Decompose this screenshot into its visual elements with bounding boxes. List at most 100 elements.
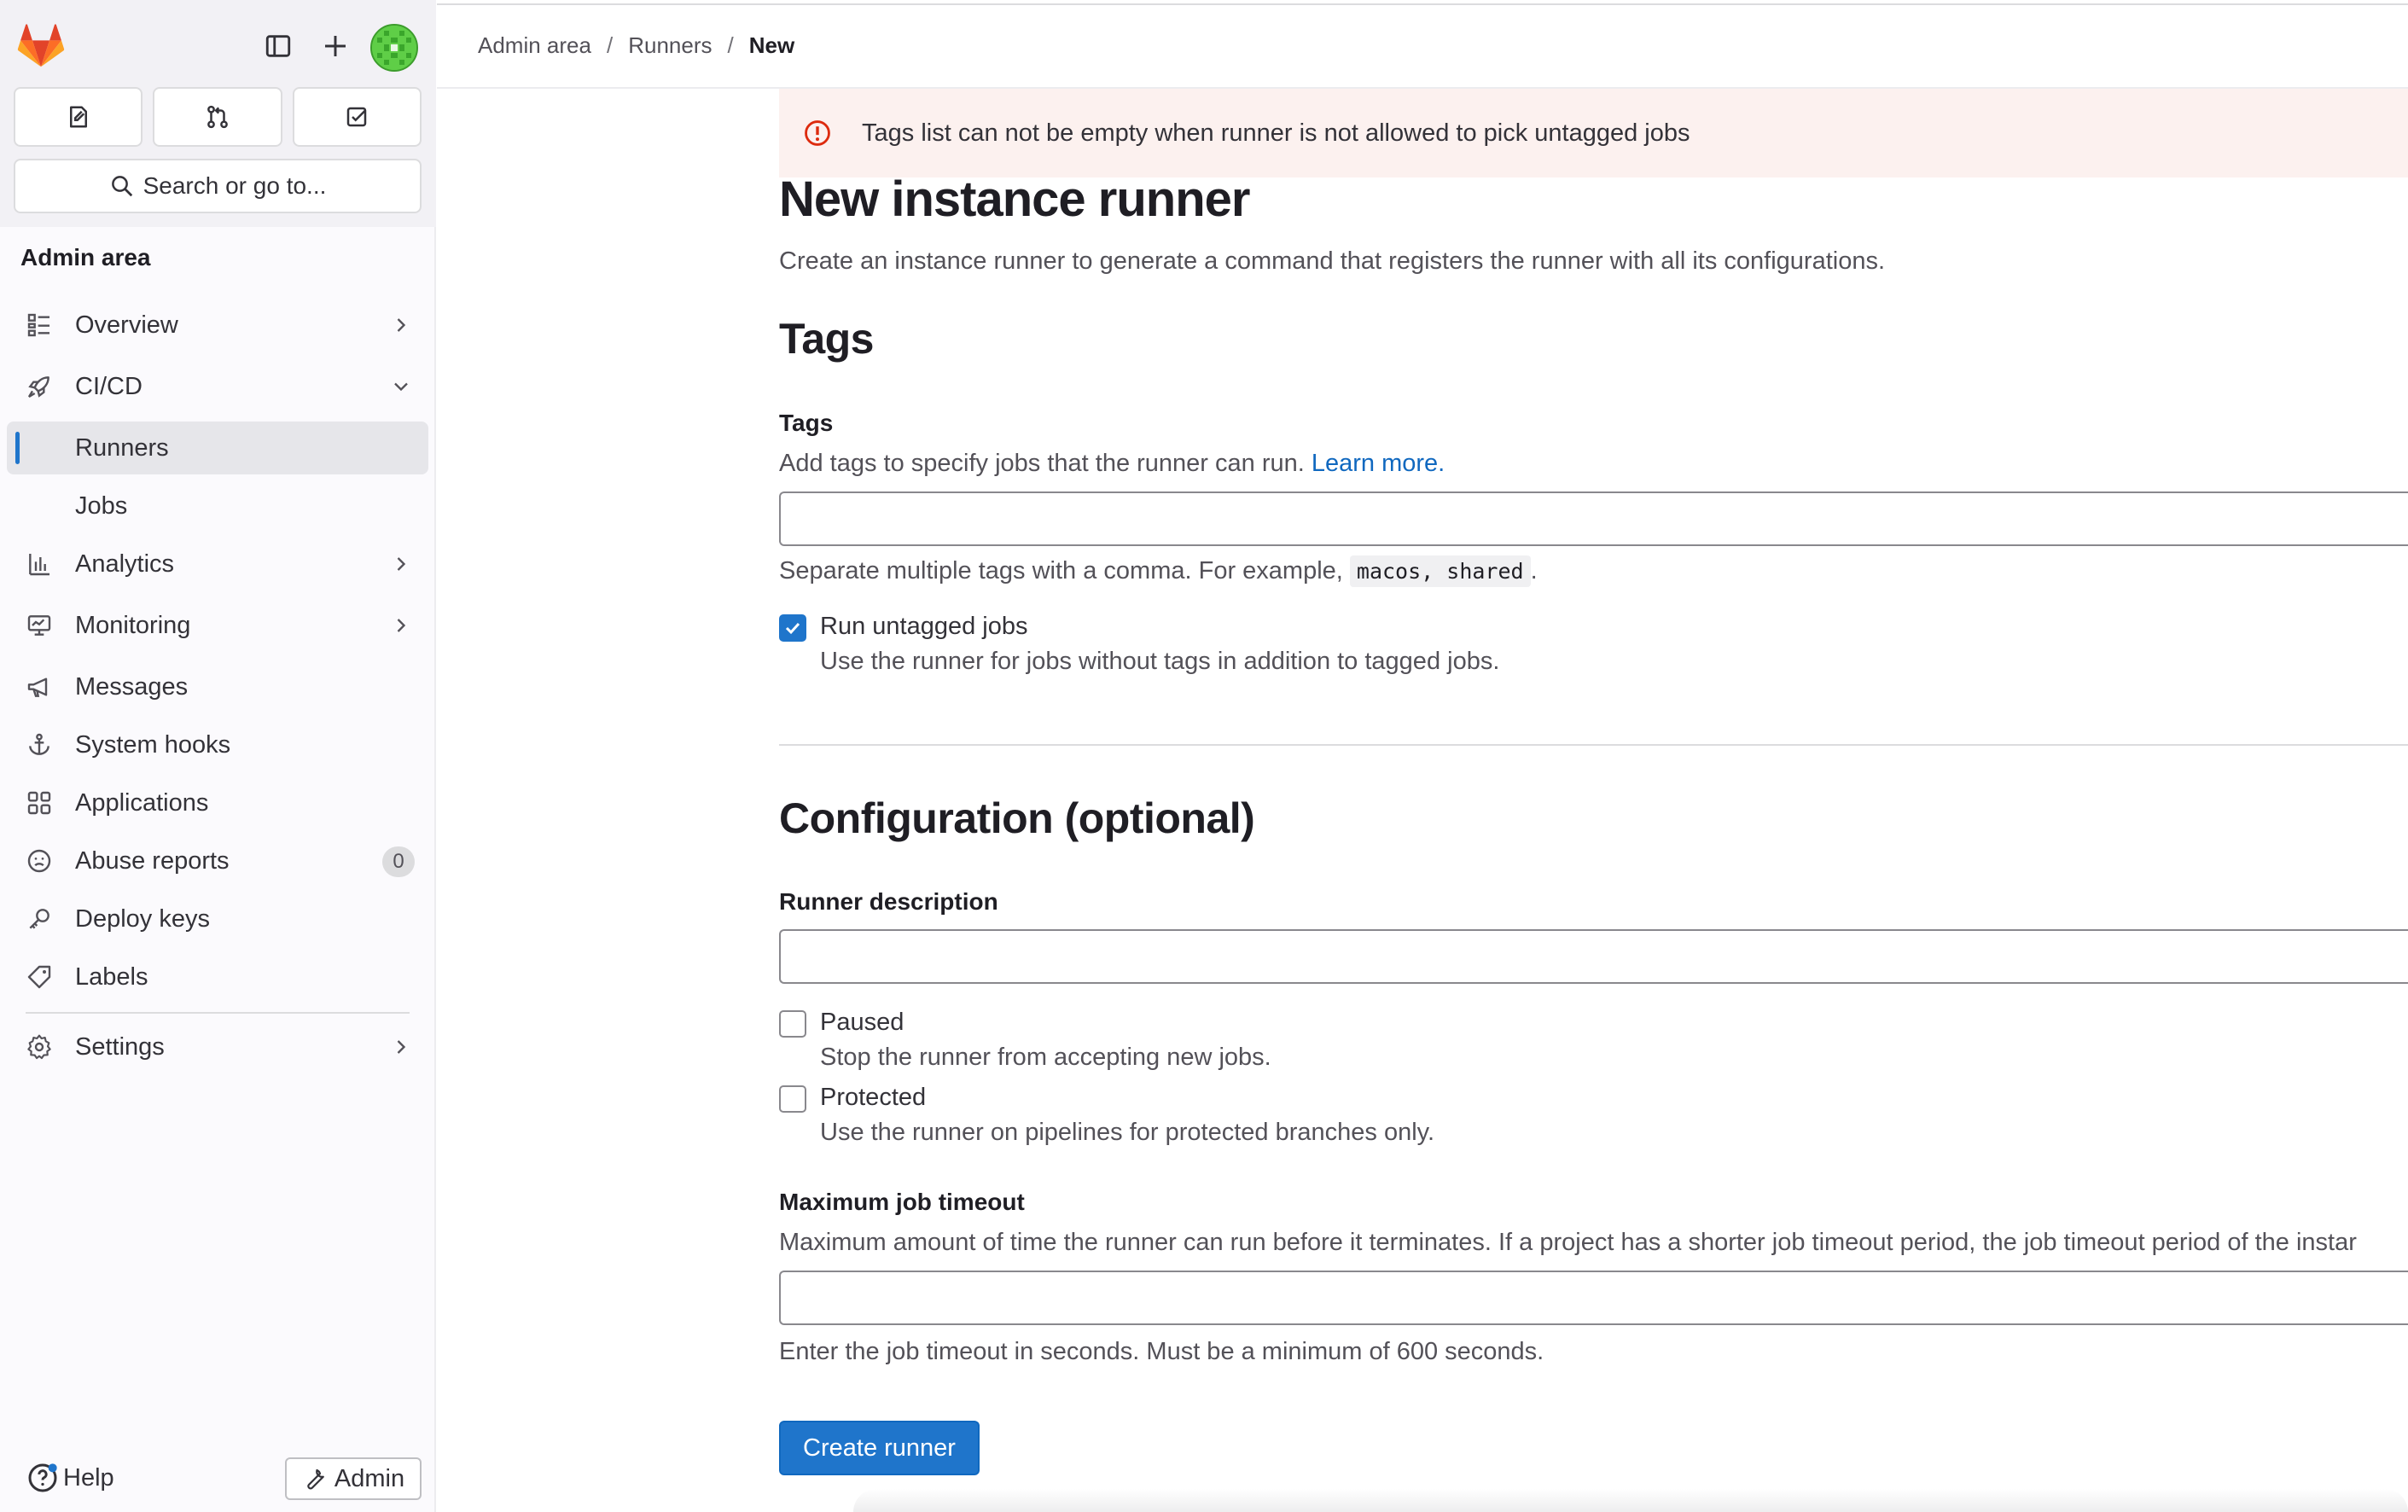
sidebar-divider: [26, 1012, 410, 1014]
merge-request-icon: [207, 105, 228, 129]
tags-separator-help: Separate multiple tags with a comma. For…: [779, 555, 1538, 587]
tags-example-code: macos, shared: [1349, 555, 1531, 587]
checkmark-icon: [785, 622, 800, 635]
applications-icon: [27, 791, 51, 815]
run-untagged-checkbox[interactable]: [779, 614, 806, 642]
chart-icon: [29, 554, 49, 576]
search-icon: [111, 176, 132, 197]
page-description: Create an instance runner to generate a …: [779, 247, 1886, 275]
sidebar-item-jobs[interactable]: Jobs: [7, 480, 428, 532]
sidebar-item-settings[interactable]: Settings: [7, 1021, 428, 1073]
sidebar-item-label: Labels: [75, 962, 148, 991]
timeout-help-text: Maximum amount of time the runner can ru…: [779, 1229, 2357, 1256]
rocket-icon: [27, 376, 49, 398]
sidebar-item-label: Deploy keys: [75, 904, 210, 933]
sidebar-item-deploy-keys[interactable]: Deploy keys: [7, 893, 428, 945]
protected-description: Use the runner on pipelines for protecte…: [820, 1119, 1435, 1146]
sidebar: Search or go to... Admin area Overview C…: [0, 0, 436, 1512]
search-button[interactable]: Search or go to...: [14, 159, 422, 213]
page-title: New instance runner: [779, 172, 1250, 227]
paused-label: Paused: [820, 1009, 904, 1036]
sidebar-item-monitoring[interactable]: Monitoring: [7, 599, 428, 652]
breadcrumb-separator: /: [727, 32, 734, 58]
timeout-footer-text: Enter the job timeout in seconds. Must b…: [779, 1338, 1544, 1365]
help-icon: [28, 1463, 57, 1492]
breadcrumb: Admin area / Runners / New: [478, 32, 794, 59]
tags-help-text: Add tags to specify jobs that the runner…: [779, 450, 1445, 478]
section-divider: [779, 744, 2408, 746]
sidebar-item-messages[interactable]: Messages: [7, 660, 428, 713]
plus-icon: [325, 36, 346, 56]
merge-requests-button[interactable]: [153, 87, 282, 147]
error-icon: [805, 120, 830, 146]
sidebar-item-analytics[interactable]: Analytics: [7, 538, 428, 590]
sidebar-item-label: Overview: [75, 311, 178, 339]
label-icon: [27, 965, 51, 989]
chevron-right-icon: [397, 557, 406, 571]
chevron-right-icon: [397, 318, 406, 332]
sidebar-item-label: Settings: [75, 1032, 165, 1061]
sidebar-item-labels[interactable]: Labels: [7, 951, 428, 1003]
sidebar-item-label: Monitoring: [75, 611, 191, 639]
sidebar-item-applications[interactable]: Applications: [7, 776, 428, 829]
bottom-shadow: [853, 1489, 2408, 1512]
breadcrumb-runners[interactable]: Runners: [628, 32, 712, 59]
sidebar-item-label: Messages: [75, 672, 189, 701]
sidebar-item-label: System hooks: [75, 730, 231, 759]
maximum-job-timeout-input[interactable]: [779, 1271, 2408, 1325]
user-avatar[interactable]: [370, 24, 418, 72]
admin-button[interactable]: Admin: [285, 1457, 422, 1500]
sidebar-item-label: CI/CD: [75, 372, 143, 400]
bullhorn-icon: [27, 677, 48, 697]
tanuki-icon: [17, 24, 65, 67]
configuration-section-heading: Configuration (optional): [779, 794, 1255, 842]
create-runner-button[interactable]: Create runner: [779, 1421, 980, 1475]
protected-checkbox[interactable]: [779, 1085, 806, 1113]
sidebar-item-cicd[interactable]: CI/CD: [7, 360, 428, 413]
tags-separator-help-prefix: Separate multiple tags with a comma. For…: [779, 557, 1350, 584]
todo-icon: [347, 107, 367, 127]
chevron-down-icon: [394, 382, 408, 392]
protected-label: Protected: [820, 1084, 927, 1111]
chevron-right-icon: [397, 619, 406, 632]
tags-section-heading: Tags: [779, 315, 875, 363]
search-label: Search or go to...: [143, 172, 327, 199]
tags-input[interactable]: [779, 491, 2408, 546]
tags-help-prefix: Add tags to specify jobs that the runner…: [779, 450, 1312, 477]
breadcrumb-admin-area[interactable]: Admin area: [478, 32, 591, 59]
sidebar-item-label: Jobs: [75, 491, 128, 520]
paused-checkbox[interactable]: [779, 1010, 806, 1038]
tags-separator-help-suffix: .: [1530, 557, 1538, 584]
breadcrumb-current[interactable]: New: [749, 32, 794, 59]
sidebar-item-abuse-reports[interactable]: Abuse reports 0: [7, 835, 428, 887]
gear-icon: [27, 1034, 51, 1060]
paused-option: Paused Stop the runner from accepting ne…: [779, 1009, 1271, 1072]
sidebar-item-label: Abuse reports: [75, 846, 230, 875]
sidebar-item-system-hooks[interactable]: System hooks: [7, 718, 428, 771]
sidebar-header: Search or go to...: [0, 0, 436, 227]
toggle-sidebar-button[interactable]: [258, 26, 299, 67]
help-button[interactable]: Help: [26, 1461, 114, 1495]
maximum-job-timeout-label: Maximum job timeout: [779, 1189, 1025, 1215]
run-untagged-option: Run untagged jobs Use the runner for job…: [779, 613, 1499, 676]
protected-option: Protected Use the runner on pipelines fo…: [779, 1084, 1434, 1147]
tags-field-label: Tags: [779, 410, 834, 436]
sidebar-item-label: Analytics: [75, 550, 175, 578]
sidebar-item-runners[interactable]: Runners: [7, 422, 428, 474]
wrench-icon: [307, 1468, 324, 1490]
todos-button[interactable]: [292, 87, 422, 147]
sidebar-item-label: Applications: [75, 788, 209, 817]
gitlab-logo[interactable]: [17, 24, 65, 68]
sidebar-toggle-icon: [265, 35, 291, 57]
sidebar-item-overview[interactable]: Overview: [7, 299, 428, 352]
overview-icon: [27, 313, 49, 337]
run-untagged-description: Use the runner for jobs without tags in …: [820, 648, 1500, 675]
alert-text: Tags list can not be empty when runner i…: [862, 119, 1690, 147]
runner-description-input[interactable]: [779, 929, 2408, 984]
error-alert: Tags list can not be empty when runner i…: [779, 89, 2408, 177]
abuse-icon: [27, 849, 51, 873]
assigned-issues-button[interactable]: [14, 87, 143, 147]
create-new-button[interactable]: [315, 26, 356, 67]
learn-more-link[interactable]: Learn more.: [1312, 450, 1445, 477]
run-untagged-label: Run untagged jobs: [820, 613, 1028, 640]
